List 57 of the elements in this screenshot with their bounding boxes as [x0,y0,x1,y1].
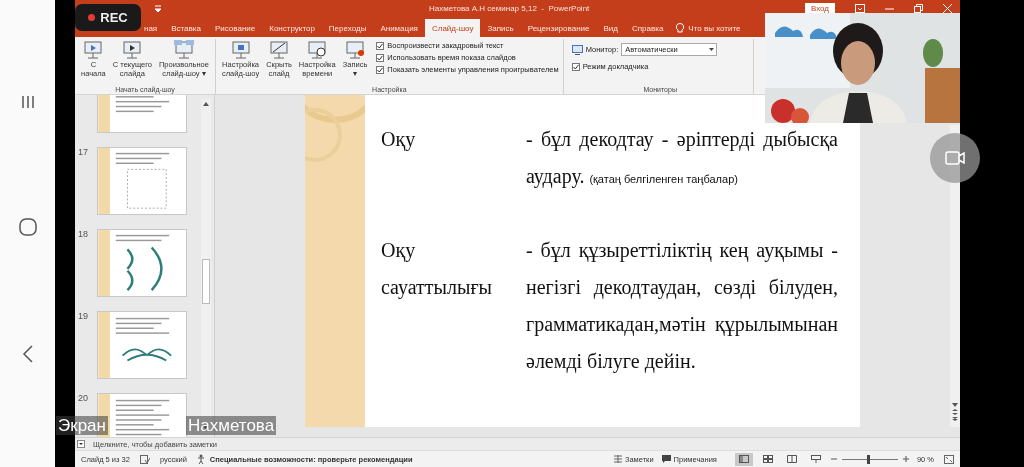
maximize-icon[interactable] [914,4,923,13]
caption-text: Нахметова [186,416,277,435]
collapse-icon[interactable] [77,440,85,448]
ribbon-options-icon[interactable] [855,4,865,13]
slide-number: 17 [78,147,88,157]
spellcheck-icon[interactable] [139,454,150,464]
record-dot-icon [88,14,96,21]
definition-text: - бұл құзыреттіліктің кең ауқымы - негізгі декодтаудан, сөзді білуден, грамматикадан,мәтін құрылымынан әлемді білуге дейін. [526,238,838,375]
previous-slide-icon[interactable] [952,409,958,415]
scroll-down-icon[interactable] [203,426,209,430]
ribbon-tab[interactable]: Конструктор [262,19,322,37]
term-text: Оқу [381,127,417,153]
comment-icon [661,455,671,463]
ribbon-tab[interactable]: Запись [480,19,521,37]
definition-text: - бұл декодтау - әріптерді дыбысқа аудару. (қатаң белгіленген таңбалар) [526,127,838,190]
normal-view-button[interactable] [734,452,753,466]
window-title: Нахметова А.Н семинар 5,12 - PowerPoint [429,4,590,13]
slide-number: 20 [78,393,88,403]
ribbon-tab[interactable]: Вид [596,19,625,37]
camera-icon [945,151,965,165]
dropdown-icon[interactable] [155,4,161,13]
slide-thumbnail[interactable] [97,229,187,297]
notes-icon [613,455,622,463]
fit-to-window-icon[interactable] [944,454,954,464]
close-icon[interactable] [943,4,952,13]
accessibility-icon[interactable] [196,454,207,464]
ribbon-tab[interactable]: Переходы [321,19,374,37]
next-slide-icon[interactable] [952,417,958,423]
checkbox[interactable] [376,65,385,74]
back-icon[interactable] [21,344,34,363]
ribbon-tab[interactable]: Слайд-шоу [424,19,481,37]
ribbon-tab[interactable]: Рецензирование [520,19,597,37]
tell-me-field[interactable]: Что вы хотите [688,23,741,33]
zoom-in-icon[interactable] [902,456,909,462]
scrollbar-thumb[interactable] [202,259,210,304]
lightbulb-icon [676,22,685,34]
slide-thumbnail[interactable] [97,311,187,379]
recording-label: REC [100,10,128,25]
ribbon-tab[interactable]: Рисование [207,19,263,37]
monitor-icon [571,44,583,55]
recent-apps-icon[interactable] [19,94,36,111]
home-icon[interactable] [18,218,37,237]
slide-thumbnail[interactable] [97,147,187,215]
ribbon-tab[interactable]: Анимация [373,19,425,37]
ribbon-tab[interactable]: ная [137,19,165,37]
checkbox[interactable] [376,53,385,62]
scroll-up-icon[interactable] [203,102,209,106]
sign-in-button[interactable]: Вход [804,2,835,15]
scroll-down-icon[interactable] [952,403,958,407]
caret-icon [709,48,715,51]
ribbon-tab[interactable]: Справка [624,19,671,37]
slide-number: 19 [78,311,88,321]
checkbox[interactable] [571,62,580,71]
term-text: Оқу сауаттылығы [381,238,494,301]
slide-number: 18 [78,229,88,239]
checkbox[interactable] [376,41,385,50]
ribbon-tab[interactable]: Вставка [164,19,208,37]
